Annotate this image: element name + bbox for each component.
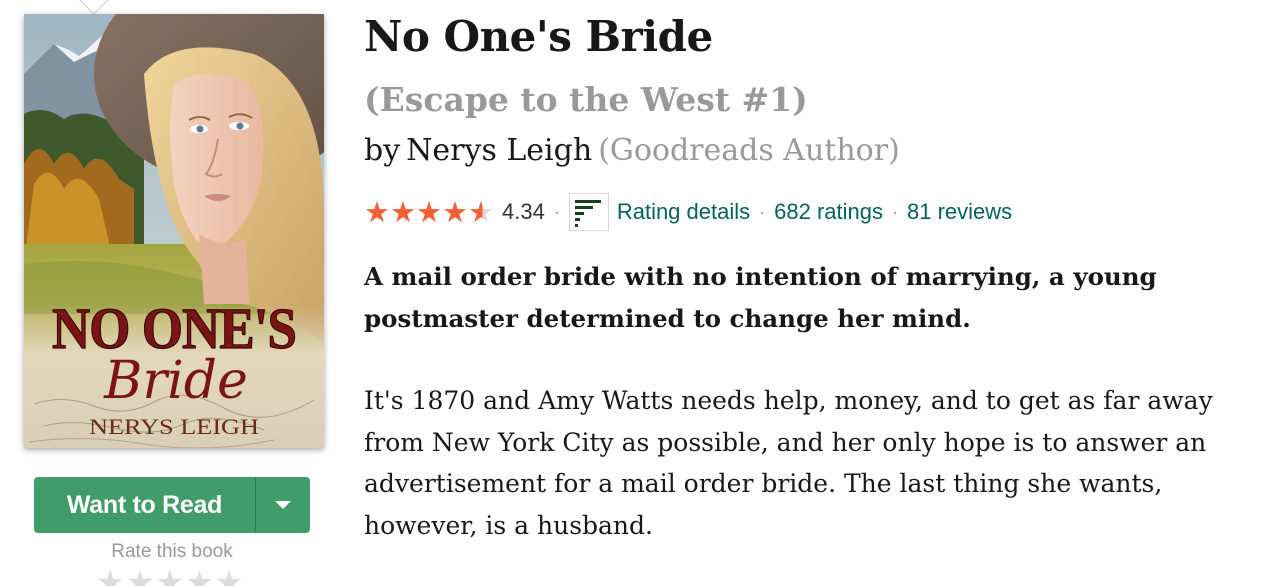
cover-title-line2: Bride — [103, 351, 248, 411]
star-icon: ★ — [442, 195, 468, 229]
rate-this-book-stars: ★ ★ ★ ★ ★ — [96, 566, 243, 586]
book-cover[interactable]: NO ONE'S Bride NERYS LEIGH — [24, 14, 324, 448]
author-line: by Nerys Leigh (Goodreads Author) — [364, 133, 900, 168]
chevron-down-icon — [275, 501, 291, 509]
cover-author: NERYS LEIGH — [89, 414, 259, 439]
reviews-count-link[interactable]: 81 reviews — [907, 199, 1012, 225]
want-to-read-button[interactable]: Want to Read — [34, 477, 255, 533]
star-icon: ★ — [364, 195, 390, 229]
separator: · — [759, 201, 766, 222]
star-icon[interactable]: ★ — [185, 566, 214, 586]
rating-row: ★ ★ ★ ★ ★ 4.34 · Rating details · 682 ra… — [364, 192, 1012, 232]
star-icon[interactable]: ★ — [215, 566, 244, 586]
star-icon[interactable]: ★ — [155, 566, 184, 586]
star-icon: ★ — [390, 195, 416, 229]
separator: · — [553, 201, 560, 222]
bar-chart-icon[interactable] — [568, 193, 609, 231]
author-role: (Goodreads Author) — [598, 133, 900, 168]
description-body: It's 1870 and Amy Watts needs help, mone… — [364, 386, 1213, 540]
rating-details-link[interactable]: Rating details — [617, 199, 750, 225]
ratings-count-link[interactable]: 682 ratings — [774, 199, 883, 225]
shelf-dropdown-button[interactable] — [256, 477, 310, 533]
star-icon: ★ — [468, 195, 494, 229]
book-series-link[interactable]: (Escape to the West #1) — [364, 80, 808, 119]
header-pointer — [77, 0, 111, 15]
author-link[interactable]: Nerys Leigh — [406, 133, 592, 168]
rate-this-book-label: Rate this book — [111, 541, 233, 562]
want-to-read-button-group: Want to Read — [34, 477, 310, 533]
book-title: No One's Bride — [364, 12, 713, 61]
description-headline: A mail order bride with no intention of … — [364, 262, 1157, 333]
star-icon: ★ — [416, 195, 442, 229]
average-rating-stars: ★ ★ ★ ★ ★ — [364, 197, 494, 227]
star-icon[interactable]: ★ — [126, 566, 155, 586]
separator: · — [892, 201, 898, 222]
star-icon[interactable]: ★ — [96, 566, 125, 586]
average-rating-value: 4.34 — [502, 199, 545, 224]
by-label: by — [364, 133, 401, 168]
